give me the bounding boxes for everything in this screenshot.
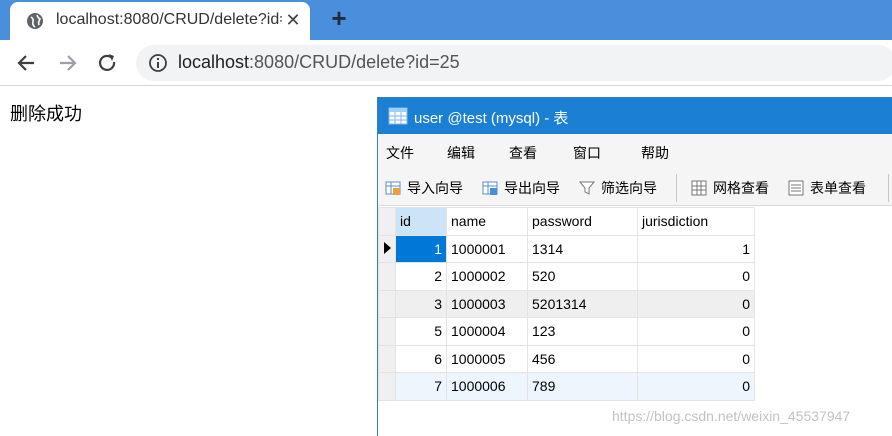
watermark: https://blog.csdn.net/weixin_45537947	[612, 408, 851, 424]
filter-funnel-icon	[578, 181, 596, 195]
row-indicator	[378, 262, 396, 291]
form-view-label: 表单查看	[810, 180, 866, 196]
row-indicator	[378, 372, 396, 401]
delete-success-message: 删除成功	[10, 104, 82, 124]
cell-name[interactable]: 1000004	[446, 317, 528, 346]
row-indicator	[378, 344, 396, 373]
column-header-jurisdiction[interactable]: jurisdiction	[637, 207, 755, 236]
menu-file[interactable]: 文件	[386, 143, 414, 163]
menu-bar: 文件 编辑 查看 窗口 帮助	[378, 134, 892, 168]
tool-bar: 导入向导 导出向导 筛选向导 网格查看 表单查看	[378, 168, 892, 206]
cell-jurisdiction[interactable]: 0	[637, 262, 755, 291]
cell-name[interactable]: 1000003	[446, 289, 528, 318]
menu-window[interactable]: 窗口	[573, 143, 601, 163]
column-header-password[interactable]: password	[527, 207, 638, 236]
table-row[interactable]: 5 1000004 123 0	[378, 317, 755, 346]
export-icon	[482, 181, 498, 195]
data-grid: id name password jurisdiction 1 1000001 …	[378, 207, 892, 401]
cell-id[interactable]: 5	[395, 317, 447, 346]
toolbar-separator	[888, 174, 889, 202]
menu-help[interactable]: 帮助	[641, 143, 669, 163]
cell-password[interactable]: 123	[527, 317, 638, 346]
cell-password[interactable]: 520	[527, 262, 638, 291]
table-row[interactable]: 6 1000005 456 0	[378, 344, 755, 373]
browser-toolbar: localhost:8080/CRUD/delete?id=25	[0, 40, 892, 86]
table-row[interactable]: 1 1000001 1314 1	[378, 234, 755, 263]
tab-strip: localhost:8080/CRUD/delete?id=25 ✕ +	[0, 0, 892, 40]
cell-password[interactable]: 456	[527, 344, 638, 373]
url-host: localhost	[178, 52, 250, 72]
grid-view-button[interactable]: 网格查看	[690, 178, 769, 198]
import-wizard-label: 导入向导	[407, 180, 463, 196]
grid-view-icon	[691, 180, 707, 196]
globe-icon	[27, 13, 43, 29]
menu-view[interactable]: 查看	[509, 143, 537, 163]
cell-name[interactable]: 1000006	[446, 372, 528, 401]
window-title-bar: user @test (mysql) - 表	[378, 98, 892, 134]
browser-tab[interactable]: localhost:8080/CRUD/delete?id=25 ✕	[10, 2, 310, 40]
cell-password[interactable]: 1314	[527, 234, 638, 263]
cell-jurisdiction[interactable]: 0	[637, 372, 755, 401]
grid-header-row: id name password jurisdiction	[378, 207, 755, 236]
new-tab-button[interactable]: +	[326, 5, 352, 32]
row-indicator-header	[378, 207, 396, 236]
filter-wizard-label: 筛选向导	[601, 180, 657, 196]
address-bar[interactable]: localhost:8080/CRUD/delete?id=25	[136, 45, 892, 81]
cell-id[interactable]: 6	[395, 344, 447, 373]
import-wizard-button[interactable]: 导入向导	[384, 178, 463, 198]
url-path: :8080/CRUD/delete?id=25	[249, 52, 460, 72]
grid-view-label: 网格查看	[713, 180, 769, 196]
form-view-icon	[788, 180, 804, 196]
cell-id[interactable]: 3	[395, 289, 447, 318]
import-icon	[385, 181, 401, 195]
table-row[interactable]: 2 1000002 520 0	[378, 262, 755, 291]
cell-jurisdiction[interactable]: 0	[637, 344, 755, 373]
toolbar-separator	[676, 174, 677, 202]
cell-name[interactable]: 1000002	[446, 262, 528, 291]
cell-name[interactable]: 1000001	[446, 234, 528, 263]
cell-id[interactable]: 1	[395, 234, 447, 263]
cell-password[interactable]: 5201314	[527, 289, 638, 318]
table-row[interactable]: 7 1000006 789 0	[378, 372, 755, 401]
tab-title: localhost:8080/CRUD/delete?id=25	[56, 11, 282, 28]
url-text[interactable]: localhost:8080/CRUD/delete?id=25	[178, 52, 460, 73]
close-tab-icon[interactable]: ✕	[282, 9, 304, 31]
column-header-name[interactable]: name	[446, 207, 528, 236]
cell-jurisdiction[interactable]: 0	[637, 317, 755, 346]
cell-jurisdiction[interactable]: 0	[637, 289, 755, 318]
cell-id[interactable]: 7	[395, 372, 447, 401]
table-icon	[388, 107, 408, 125]
table-row[interactable]: 3 1000003 5201314 0	[378, 289, 755, 318]
row-indicator	[378, 317, 396, 346]
menu-edit[interactable]: 编辑	[447, 143, 475, 163]
cell-name[interactable]: 1000005	[446, 344, 528, 373]
back-arrow-icon[interactable]	[14, 50, 40, 76]
cell-jurisdiction[interactable]: 1	[637, 234, 755, 263]
filter-wizard-button[interactable]: 筛选向导	[578, 178, 657, 198]
cell-id[interactable]: 2	[395, 262, 447, 291]
export-wizard-label: 导出向导	[504, 180, 560, 196]
forward-arrow-icon[interactable]	[54, 50, 80, 76]
reload-icon[interactable]	[94, 50, 120, 76]
table-window: user @test (mysql) - 表 文件 编辑 查看 窗口 帮助 导入…	[377, 97, 892, 436]
export-wizard-button[interactable]: 导出向导	[481, 178, 560, 198]
cell-password[interactable]: 789	[527, 372, 638, 401]
current-row-arrow-icon	[378, 234, 396, 263]
column-header-id[interactable]: id	[395, 207, 447, 236]
window-title: user @test (mysql) - 表	[414, 110, 569, 127]
row-indicator	[378, 289, 396, 318]
form-view-button[interactable]: 表单查看	[787, 178, 866, 198]
info-icon[interactable]	[148, 53, 168, 73]
